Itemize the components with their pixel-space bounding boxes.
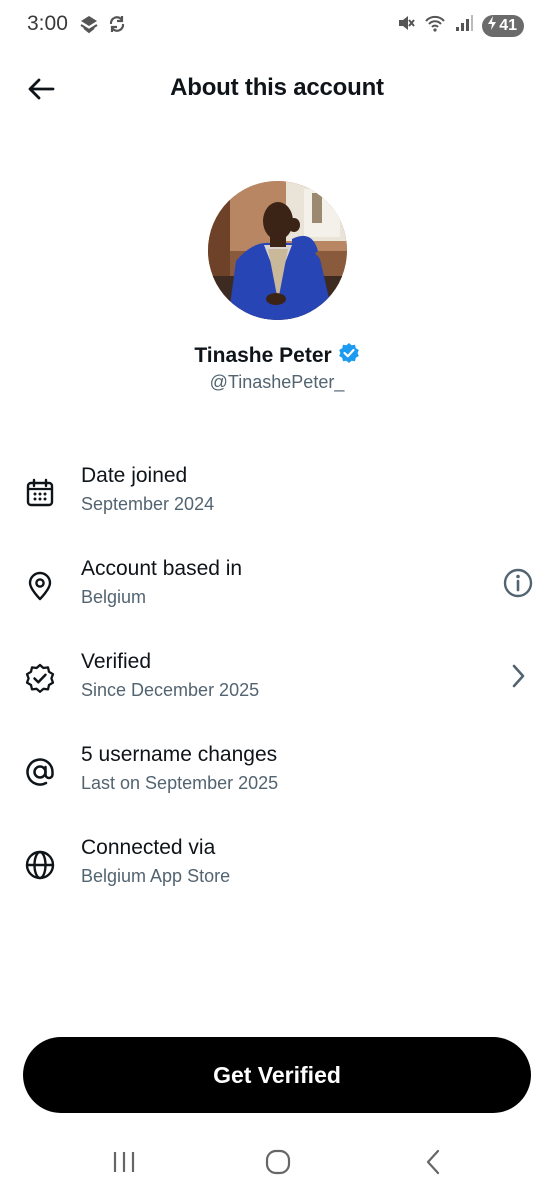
- row-title: Date joined: [81, 464, 188, 487]
- chevron-left-icon: [423, 1148, 445, 1181]
- battery-level: 41: [499, 16, 517, 34]
- wifi-icon: [424, 13, 446, 38]
- row-date-joined: Date joined September 2024: [0, 464, 554, 556]
- page-title: About this account: [170, 74, 384, 101]
- profile-name-row: Tinashe Peter: [0, 342, 554, 369]
- stack-icon: [78, 13, 100, 40]
- system-nav-bar: [0, 1140, 554, 1188]
- status-bar: 3:00 41: [0, 0, 554, 52]
- battery-indicator: 41: [482, 14, 524, 37]
- status-time: 3:00: [27, 12, 68, 35]
- chevron-right-icon: [506, 662, 530, 695]
- signal-icon: [454, 14, 474, 37]
- get-verified-button[interactable]: Get Verified: [23, 1037, 531, 1113]
- sync-icon: [106, 13, 128, 40]
- row-title: 5 username changes: [81, 743, 278, 766]
- header: About this account: [0, 60, 554, 120]
- row-title: Connected via: [81, 836, 216, 859]
- verified-check-icon: [23, 662, 57, 696]
- status-left-icons: [78, 13, 128, 40]
- mute-icon: [396, 13, 416, 38]
- charging-bolt-icon: [486, 15, 498, 36]
- row-account-based-in: Account based in Belgium: [0, 557, 554, 649]
- row-subtitle: Last on September 2025: [81, 773, 279, 793]
- recent-apps-icon: [111, 1150, 137, 1179]
- home-button[interactable]: [258, 1148, 298, 1180]
- profile-handle: @TinashePeter_: [209, 372, 345, 392]
- account-location-info-button[interactable]: [500, 567, 536, 603]
- globe-icon: [23, 848, 57, 882]
- status-right-icons: 41: [396, 13, 524, 38]
- info-icon: [502, 567, 534, 604]
- row-verified[interactable]: Verified Since December 2025: [0, 650, 554, 742]
- row-subtitle: Belgium: [81, 587, 147, 607]
- verified-details-button[interactable]: [500, 660, 536, 696]
- avatar[interactable]: [208, 181, 347, 320]
- verified-badge-icon: [338, 342, 360, 369]
- recent-apps-button[interactable]: [104, 1148, 144, 1180]
- row-connected-via: Connected via Belgium App Store: [0, 836, 554, 928]
- home-icon: [264, 1148, 292, 1181]
- row-subtitle: Since December 2025: [81, 680, 260, 700]
- profile-name: Tinashe Peter: [194, 343, 332, 367]
- location-pin-icon: [23, 569, 57, 603]
- calendar-icon: [23, 476, 57, 510]
- row-username-changes: 5 username changes Last on September 202…: [0, 743, 554, 835]
- row-title: Account based in: [81, 557, 243, 580]
- row-subtitle: Belgium App Store: [81, 866, 231, 886]
- system-back-button[interactable]: [414, 1148, 454, 1180]
- row-title: Verified: [81, 650, 152, 673]
- row-subtitle: September 2024: [81, 494, 215, 514]
- at-sign-icon: [23, 755, 57, 789]
